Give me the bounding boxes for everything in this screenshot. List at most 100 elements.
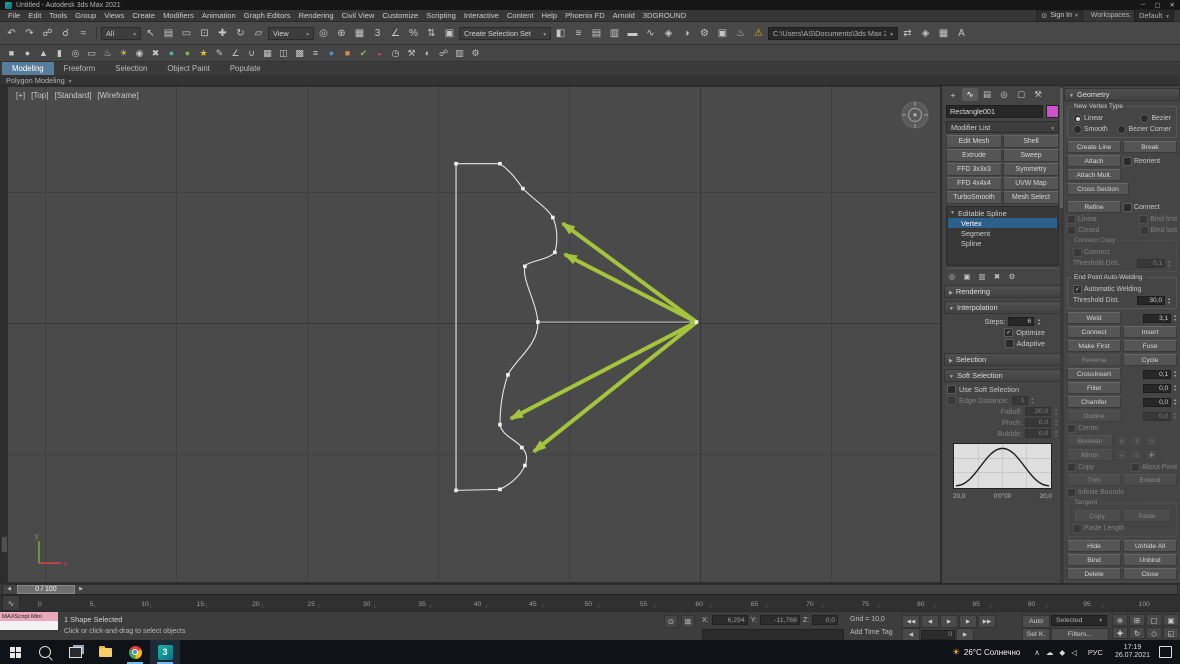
menu-item[interactable]: Civil View	[338, 11, 379, 20]
bind-to-space-warp-icon[interactable]: ≈	[75, 25, 92, 42]
grid-helper-icon[interactable]: ▦	[260, 46, 275, 61]
z-coordinate-field[interactable]: 0,0	[812, 615, 839, 625]
zoom-all-icon[interactable]: ⊞	[1129, 614, 1145, 626]
tangent-paste-button[interactable]: Paste	[1123, 510, 1171, 522]
spinner-arrows-icon[interactable]	[1037, 318, 1041, 326]
render-production-icon[interactable]: ♨	[732, 25, 749, 42]
window-crossing-icon[interactable]: ⊡	[196, 25, 213, 42]
teapot-icon[interactable]: ♨	[100, 46, 115, 61]
menu-item[interactable]: Animation	[198, 11, 240, 20]
fillet-spinner[interactable]: 0,0	[1143, 383, 1172, 393]
edge-distance-spinner[interactable]: 1	[1011, 396, 1028, 405]
scene-converter-icon[interactable]: ⇄	[899, 25, 916, 42]
menu-item[interactable]: Arnold	[609, 11, 639, 20]
menu-item[interactable]: Rendering	[295, 11, 338, 20]
modifier-button[interactable]: Mesh Select	[1003, 191, 1059, 204]
layer-explorer-icon[interactable]: ▥	[606, 25, 623, 42]
object-color-swatch[interactable]	[1046, 105, 1059, 118]
stack-subobject-item[interactable]: Spline	[948, 238, 1057, 248]
key-selection-dropdown[interactable]: Selected	[1051, 615, 1107, 626]
rendered-frame-icon[interactable]: ▣	[714, 25, 731, 42]
auto-key-button[interactable]: Auto	[1022, 615, 1050, 628]
mirror-vertical-icon[interactable]: ↕	[1130, 449, 1143, 461]
named-selection-sets-icon[interactable]: ▣	[441, 25, 458, 42]
paint-icon[interactable]: ✎	[212, 46, 227, 61]
spinner-arrows-icon[interactable]	[1173, 314, 1177, 322]
hidden-icons-chevron-icon[interactable]: ∧	[1034, 648, 1040, 657]
select-and-link-icon[interactable]: ☍	[39, 25, 56, 42]
zoom-extents-all-icon[interactable]: ▣	[1163, 614, 1179, 626]
light-icon[interactable]: ☀	[116, 46, 131, 61]
mirror-tool-icon[interactable]: ◫	[276, 46, 291, 61]
selection-region-icon[interactable]: ▭	[178, 25, 195, 42]
menu-item[interactable]: Create	[128, 11, 159, 20]
menu-item[interactable]: Tools	[45, 11, 71, 20]
grid-tools-icon[interactable]: ▦	[935, 25, 952, 42]
start-button[interactable]	[0, 640, 30, 664]
cone-primitive-icon[interactable]: ▲	[36, 46, 51, 61]
menu-item[interactable]: Help	[537, 11, 561, 20]
connect-button[interactable]: Connect	[1067, 326, 1121, 338]
refine-button[interactable]: Refine	[1067, 201, 1121, 213]
sphere-teal-icon[interactable]: ●	[164, 46, 179, 61]
menu-item[interactable]: Scripting	[422, 11, 460, 20]
close-button[interactable]: ✕	[1170, 1, 1175, 9]
action-center-icon[interactable]	[1159, 646, 1172, 658]
x-coordinate-field[interactable]: 6,294	[711, 615, 748, 625]
selection-lock-icon[interactable]: ⊠	[681, 615, 695, 628]
frame-ruler[interactable]: 0 5 10 15 20 25 30 35 40 45 50 55 60 65 70 75 80 85 90 95 10…	[20, 598, 1180, 608]
about-pivot-checkbox[interactable]	[1130, 463, 1140, 472]
make-first-button[interactable]: Make First	[1067, 340, 1121, 352]
insert-button[interactable]: Insert	[1123, 326, 1177, 338]
isolate-selection-icon[interactable]: ⊙	[664, 615, 678, 628]
y-coordinate-field[interactable]: -11,768	[759, 615, 800, 625]
mini-curve-editor-icon[interactable]: ∿	[2, 595, 20, 611]
modifier-button[interactable]: Extrude	[946, 149, 1002, 162]
weather-widget[interactable]: ☀ 26°C Солнечно	[944, 647, 1029, 658]
align-tool-icon[interactable]: ≡	[308, 46, 323, 61]
array-tool-icon[interactable]: ▩	[292, 46, 307, 61]
edge-distance-checkbox[interactable]	[947, 396, 956, 405]
adaptive-checkbox[interactable]	[1004, 339, 1014, 348]
wrench-icon[interactable]: ⚒	[404, 46, 419, 61]
zoom-extents-icon[interactable]: ▢	[1146, 614, 1162, 626]
configure-modifier-sets-icon[interactable]: ⚙	[1006, 271, 1018, 282]
render-setup-icon[interactable]: ⚙	[696, 25, 713, 42]
spline-vertices[interactable]	[454, 161, 699, 493]
extend-button[interactable]: Extend	[1123, 474, 1177, 486]
auto-weld-threshold-spinner[interactable]: 30,0	[1137, 296, 1166, 305]
ribbon-tab[interactable]: Populate	[220, 62, 271, 75]
outline-spinner[interactable]: 0,0	[1143, 411, 1172, 421]
arnold-menu-icon[interactable]: A	[953, 25, 970, 42]
magnet-snap-icon[interactable]: ∪	[244, 46, 259, 61]
modifier-button[interactable]: Edit Mesh	[946, 135, 1002, 148]
unhide-all-button[interactable]: Unhide All	[1123, 540, 1177, 552]
go-to-end-icon[interactable]: ▶▶	[978, 615, 996, 628]
go-to-start-icon[interactable]: ◀◀	[902, 615, 920, 628]
outline-button[interactable]: Outline	[1067, 410, 1121, 422]
previous-frame-icon[interactable]: ◀	[921, 615, 939, 628]
file-explorer-button[interactable]	[90, 640, 120, 664]
3ds-max-taskbar-button[interactable]: 3	[150, 640, 180, 664]
snaps-toggle-icon[interactable]: 3	[369, 25, 386, 42]
next-frame-arrow-icon[interactable]: ▶	[75, 585, 87, 594]
play-animation-icon[interactable]: ▶	[940, 615, 958, 628]
bind-last-checkbox[interactable]	[1139, 226, 1149, 235]
time-slider-track[interactable]: ◀ 0 / 100 ▶	[2, 583, 1178, 595]
helpers-icon[interactable]: ✖	[148, 46, 163, 61]
steps-spinner[interactable]: 6	[1008, 317, 1035, 326]
taskbar-clock[interactable]: 17:19 26.07.2021	[1108, 644, 1157, 661]
select-and-rotate-icon[interactable]: ↻	[232, 25, 249, 42]
zoom-icon[interactable]: ⊕	[1112, 614, 1128, 626]
shield-icon[interactable]: ◆	[1059, 648, 1065, 657]
time-slider-handle[interactable]: 0 / 100	[17, 584, 75, 594]
geometry-rollout-header[interactable]: Geometry	[1064, 88, 1180, 101]
menu-item[interactable]: Graph Editors	[240, 11, 295, 20]
stack-subobject-item[interactable]: Segment	[948, 228, 1057, 238]
bind-first-checkbox[interactable]	[1139, 215, 1149, 224]
sphere-primitive-icon[interactable]: ●	[20, 46, 35, 61]
closed-checkbox[interactable]	[1067, 226, 1076, 235]
spinner-arrows-icon[interactable]	[1054, 408, 1058, 416]
soft-selection-rollout-header[interactable]: Soft Selection	[944, 369, 1061, 382]
connect-copy-threshold-spinner[interactable]: 0,1	[1137, 259, 1166, 268]
